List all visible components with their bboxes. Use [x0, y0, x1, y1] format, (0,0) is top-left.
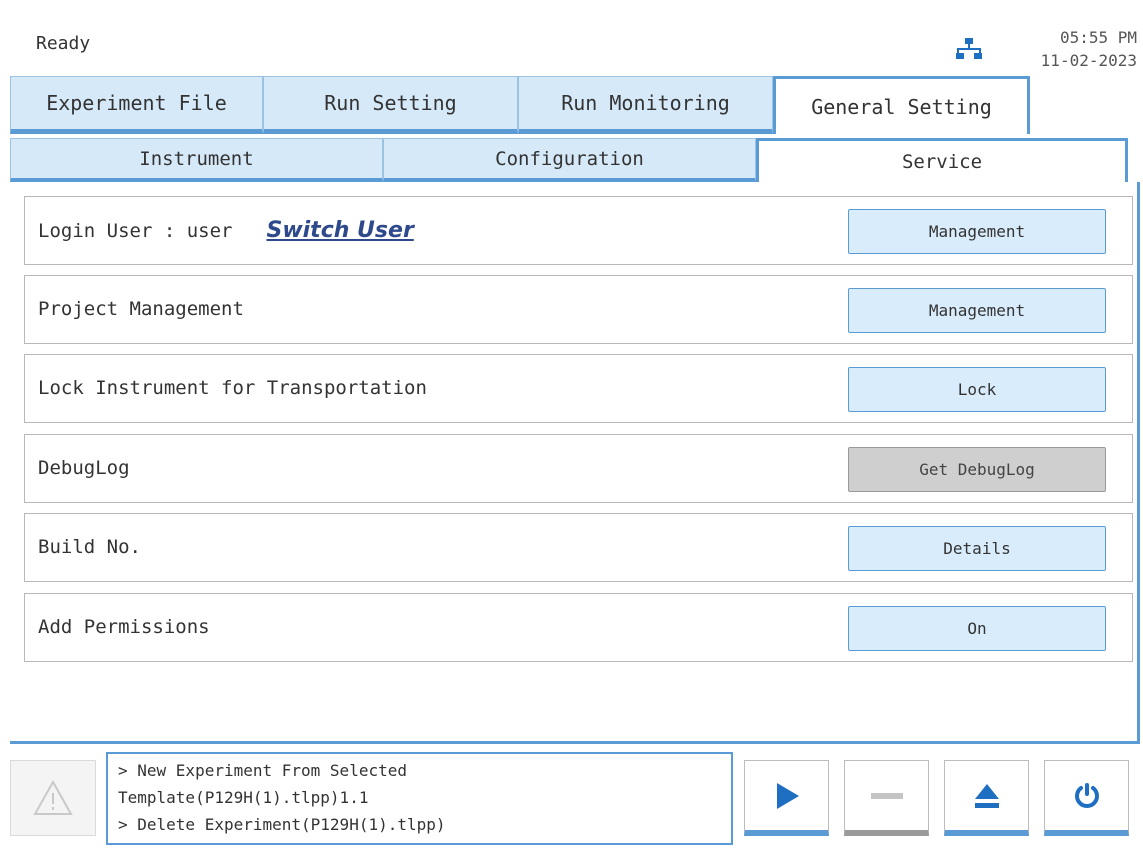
row-label: Project Management — [38, 298, 244, 320]
row-label: Build No. — [38, 536, 141, 558]
tab-run-monitoring[interactable]: Run Monitoring — [518, 76, 773, 134]
power-button[interactable] — [1044, 760, 1129, 836]
row-lock-instrument: Lock Instrument for Transportation Lock — [24, 354, 1133, 423]
eject-icon — [974, 783, 999, 808]
details-button[interactable]: Details — [848, 526, 1106, 571]
row-project-management: Project Management Management — [24, 275, 1133, 344]
row-label: Lock Instrument for Transportation — [38, 377, 427, 399]
clock-time: 05:55 PM — [1059, 28, 1137, 47]
login-user-label: Login User : user — [38, 220, 233, 242]
stop-button[interactable] — [844, 760, 929, 836]
row-build-no: Build No. Details — [24, 513, 1133, 582]
status-text: Ready — [36, 33, 91, 54]
log-line: Template(P129H(1).tlpp)1.1 — [118, 788, 369, 807]
user-management-button[interactable]: Management — [848, 209, 1106, 254]
stop-icon — [870, 792, 903, 799]
row-label: Add Permissions — [38, 616, 210, 638]
play-icon — [776, 782, 799, 809]
log-line: > Delete Experiment(P129H(1).tlpp) — [118, 815, 446, 834]
main-tab-bar: Experiment File Run Setting Run Monitori… — [10, 76, 1030, 134]
row-add-permissions: Add Permissions On — [24, 593, 1133, 662]
service-panel: Login User : user Switch User Management … — [10, 182, 1140, 744]
play-button[interactable] — [744, 760, 829, 836]
tab-general-setting[interactable]: General Setting — [773, 76, 1030, 134]
subtab-service[interactable]: Service — [756, 138, 1128, 182]
project-management-button[interactable]: Management — [848, 288, 1106, 333]
subtab-configuration[interactable]: Configuration — [383, 138, 756, 182]
permissions-on-button[interactable]: On — [848, 606, 1106, 651]
eject-button[interactable] — [944, 760, 1029, 836]
row-label: DebugLog — [38, 457, 130, 479]
row-login-user: Login User : user Switch User Management — [24, 196, 1133, 265]
message-log: > New Experiment From Selected Template(… — [106, 752, 733, 845]
clock-date: 11-02-2023 — [1040, 51, 1137, 70]
row-debuglog: DebugLog Get DebugLog — [24, 434, 1133, 503]
network-icon — [956, 38, 982, 59]
sub-tab-bar: Instrument Configuration Service — [10, 138, 1128, 182]
power-icon — [1074, 782, 1099, 808]
tab-experiment-file[interactable]: Experiment File — [10, 76, 263, 134]
subtab-instrument[interactable]: Instrument — [10, 138, 383, 182]
log-line: > New Experiment From Selected — [118, 761, 407, 780]
lock-button[interactable]: Lock — [848, 367, 1106, 412]
warning-triangle-icon — [33, 779, 73, 815]
warning-button[interactable] — [10, 760, 96, 836]
tab-run-setting[interactable]: Run Setting — [263, 76, 518, 134]
clock: 05:55 PM 11-02-2023 — [1041, 26, 1137, 72]
get-debuglog-button[interactable]: Get DebugLog — [848, 447, 1106, 492]
switch-user-link[interactable]: Switch User — [266, 218, 413, 243]
row-label: Login User : user Switch User — [38, 197, 414, 264]
